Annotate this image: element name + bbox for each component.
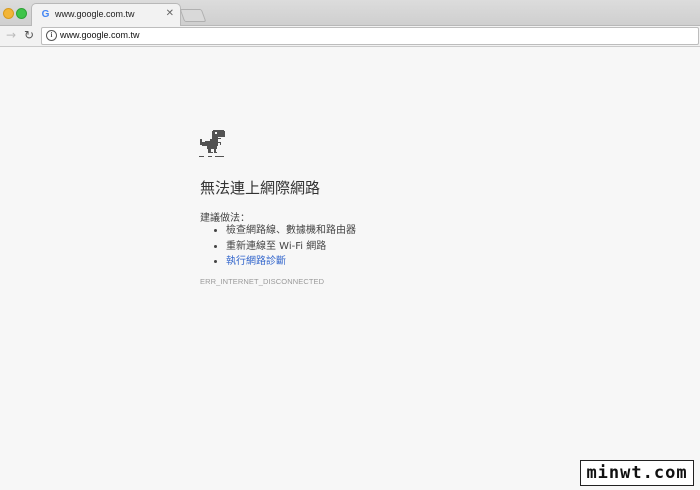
forward-button[interactable]: → xyxy=(6,28,16,42)
browser-toolbar: → ↻ i www.google.com.tw xyxy=(0,26,700,47)
list-item: 執行網路診斷 xyxy=(226,254,356,270)
suggestions-list: 檢查網路線、數據機和路由器 重新連線至 Wi-Fi 網路 執行網路診斷 xyxy=(200,223,356,270)
run-diagnostics-link[interactable]: 執行網路診斷 xyxy=(226,256,286,267)
info-icon[interactable]: i xyxy=(46,30,57,41)
watermark-logo: minwt.com xyxy=(580,460,694,486)
google-favicon-icon: G xyxy=(41,9,50,20)
list-item: 重新連線至 Wi-Fi 網路 xyxy=(226,239,356,255)
address-bar[interactable]: i www.google.com.tw xyxy=(41,27,699,45)
new-tab-button[interactable] xyxy=(179,9,207,22)
error-code: ERR_INTERNET_DISCONNECTED xyxy=(200,277,325,286)
error-title: 無法連上網際網路 xyxy=(200,179,321,197)
maximize-window-button[interactable] xyxy=(16,8,27,19)
minimize-window-button[interactable] xyxy=(3,8,14,19)
browser-tab[interactable]: G www.google.com.tw ✕ xyxy=(31,3,181,27)
tab-close-icon[interactable]: ✕ xyxy=(166,8,174,19)
offline-dinosaur-icon[interactable] xyxy=(199,130,229,160)
list-item: 檢查網路線、數據機和路由器 xyxy=(226,223,356,239)
tab-title: www.google.com.tw xyxy=(55,9,135,19)
tab-bar: G www.google.com.tw ✕ xyxy=(0,0,700,27)
reload-button[interactable]: ↻ xyxy=(24,28,34,42)
address-url[interactable]: www.google.com.tw xyxy=(60,30,140,40)
suggestions-label: 建議做法： xyxy=(200,213,250,224)
